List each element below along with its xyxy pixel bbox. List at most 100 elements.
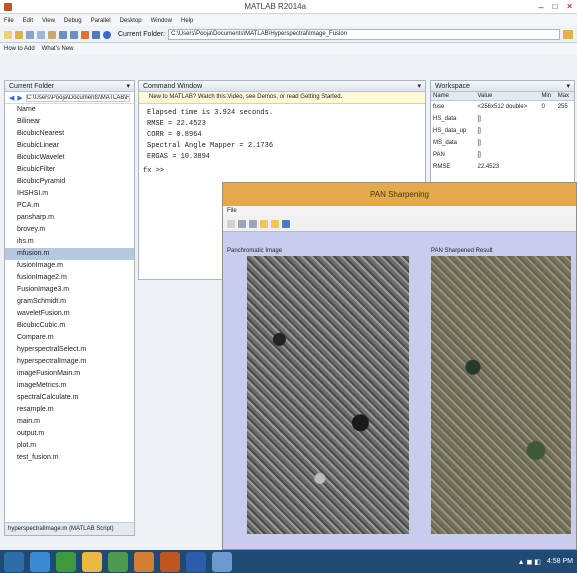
file-list-item[interactable]: Name [5,104,134,116]
file-list-item[interactable]: test_fusion.m [5,452,134,464]
pan-icon[interactable] [260,219,268,228]
store-icon[interactable] [56,551,76,572]
explorer-icon[interactable] [82,551,102,572]
command-prompt[interactable]: fx >> [139,167,425,175]
file-list-item[interactable]: ihs.m [5,236,134,248]
media-icon[interactable] [134,551,154,572]
menu-item[interactable]: Window [151,18,172,24]
new-figure-icon[interactable] [227,219,235,228]
browse-button[interactable] [563,30,573,39]
panel-menu-icon[interactable]: ▾ [417,82,421,90]
cut-icon[interactable] [26,30,34,39]
folder-path-crumb[interactable]: C:\Users\Pooja\Documents\MATLAB\Hyperspe… [25,93,130,102]
forward-icon[interactable]: ▶ [17,94,22,102]
menu-item[interactable]: View [42,18,55,24]
file-list-item[interactable]: imageMetrics.m [5,380,134,392]
file-list-item[interactable]: spectralCalculate.m [5,392,134,404]
file-list-item[interactable]: plot.m [5,440,134,452]
save-figure-icon[interactable] [282,219,290,228]
file-list-item[interactable]: output.m [5,428,134,440]
workspace-row[interactable]: PAN [] [431,149,574,161]
file-list-item[interactable]: gramSchmidt.m [5,296,134,308]
path-field[interactable]: C:\Users\Pooja\Documents\MATLAB\Hyperspe… [168,29,560,40]
current-folder-panel: Current Folder ▾ ◀ ▶ C:\Users\Pooja\Docu… [4,80,135,536]
file-list-item[interactable]: PCA.m [5,200,134,212]
copy-icon[interactable] [37,30,45,39]
window-title: MATLAB R2014a [244,2,307,11]
workspace-column-header[interactable]: Min [539,92,556,101]
file-list-item[interactable]: BicubicLinear [5,140,134,152]
word-icon[interactable] [186,551,206,572]
file-list-item[interactable]: brovey.m [5,224,134,236]
file-list-item[interactable]: Bilinear [5,116,134,128]
panel-menu-icon[interactable]: ▾ [126,82,130,90]
folder-status: hyperspectralImage.m (MATLAB Script) [5,522,134,535]
command-output[interactable]: Elapsed time is 3.924 seconds. RMSE = 22.… [139,104,425,167]
figure-toolbar [223,216,576,232]
file-list-item[interactable]: waveletFusion.m [5,308,134,320]
data-cursor-icon[interactable] [271,219,279,228]
open-folder-icon[interactable] [15,30,23,39]
right-axes: PAN Sharpened Result [431,248,571,534]
workspace-cell [539,161,555,173]
file-list-item[interactable]: BicubicCubic.m [5,320,134,332]
menu-item[interactable]: Debug [64,18,82,24]
minimize-button[interactable]: – [538,2,543,12]
shortcut-whats-new[interactable]: What's New [42,46,74,52]
close-button[interactable]: ✕ [566,2,573,11]
file-list-item[interactable]: resample.m [5,404,134,416]
menu-item[interactable]: Help [181,18,193,24]
file-list-item[interactable]: BicubicNearest [5,128,134,140]
panel-menu-icon[interactable]: ▾ [566,82,570,90]
new-file-icon[interactable] [4,30,12,39]
file-list-item[interactable]: fusionImage2.m [5,272,134,284]
file-list-item[interactable]: imageFusionMain.m [5,368,134,380]
menu-item[interactable]: File [4,18,14,24]
file-list-item[interactable]: hyperspectralImage.m [5,356,134,368]
undo-icon[interactable] [59,30,67,39]
file-list-item[interactable]: fusionImage.m [5,260,134,272]
paint-icon[interactable] [212,551,232,572]
maximize-button[interactable]: □ [552,2,557,11]
start-button[interactable] [4,551,24,572]
workspace-column-header[interactable]: Max [555,92,574,101]
workspace-cell [539,149,555,161]
tray-icons[interactable]: ▲ ◼ ◧ [518,558,541,566]
file-list-item[interactable]: IHSHSI.m [5,188,134,200]
menu-item[interactable]: Parallel [91,18,111,24]
file-list-item[interactable]: pansharp.m [5,212,134,224]
workspace-column-header[interactable]: Value [475,92,540,101]
guide-icon[interactable] [92,30,100,39]
menu-item[interactable]: Edit [23,18,33,24]
simulink-icon[interactable] [81,30,89,39]
figure-menu[interactable]: File [223,206,576,216]
menu-item[interactable]: Desktop [120,18,142,24]
workspace-row[interactable]: HS_data [] [431,113,574,125]
file-list-item[interactable]: BicubicFilter [5,164,134,176]
file-list-item[interactable]: hyperspectralSelect.m [5,344,134,356]
file-list-item[interactable]: BicubicPyramid [5,176,134,188]
ie-icon[interactable] [30,551,50,572]
workspace-row[interactable]: MS_data [] [431,137,574,149]
workspace-row[interactable]: RMSE 22.4523 [431,161,574,173]
workspace-column-header[interactable]: Name [431,92,476,101]
zoom-in-icon[interactable] [238,219,246,228]
workspace-row[interactable]: fuse <256x512 double> 0 255 [431,101,574,114]
workspace-cell: HS_data [433,116,457,122]
back-icon[interactable]: ◀ [9,94,14,102]
help-icon[interactable] [103,30,111,39]
workspace-cell: 22.4523 [477,164,500,170]
zoom-out-icon[interactable] [249,219,257,228]
matlab-task-icon[interactable] [160,551,180,572]
file-list-item[interactable]: mfusion.m [5,248,134,260]
file-list-item[interactable]: Compare.m [5,332,134,344]
paste-icon[interactable] [48,30,56,39]
file-list-item[interactable]: BicubicWavelet [5,152,134,164]
shortcut-how-to-add[interactable]: How to Add [4,46,35,52]
file-list-item[interactable]: FusionImage3.m [5,284,134,296]
chrome-icon[interactable] [108,551,128,572]
redo-icon[interactable] [70,30,78,39]
file-list-item[interactable]: main.m [5,416,134,428]
workspace-row[interactable]: HS_data_up [] [431,125,574,137]
workspace-cell: [] [477,116,481,122]
